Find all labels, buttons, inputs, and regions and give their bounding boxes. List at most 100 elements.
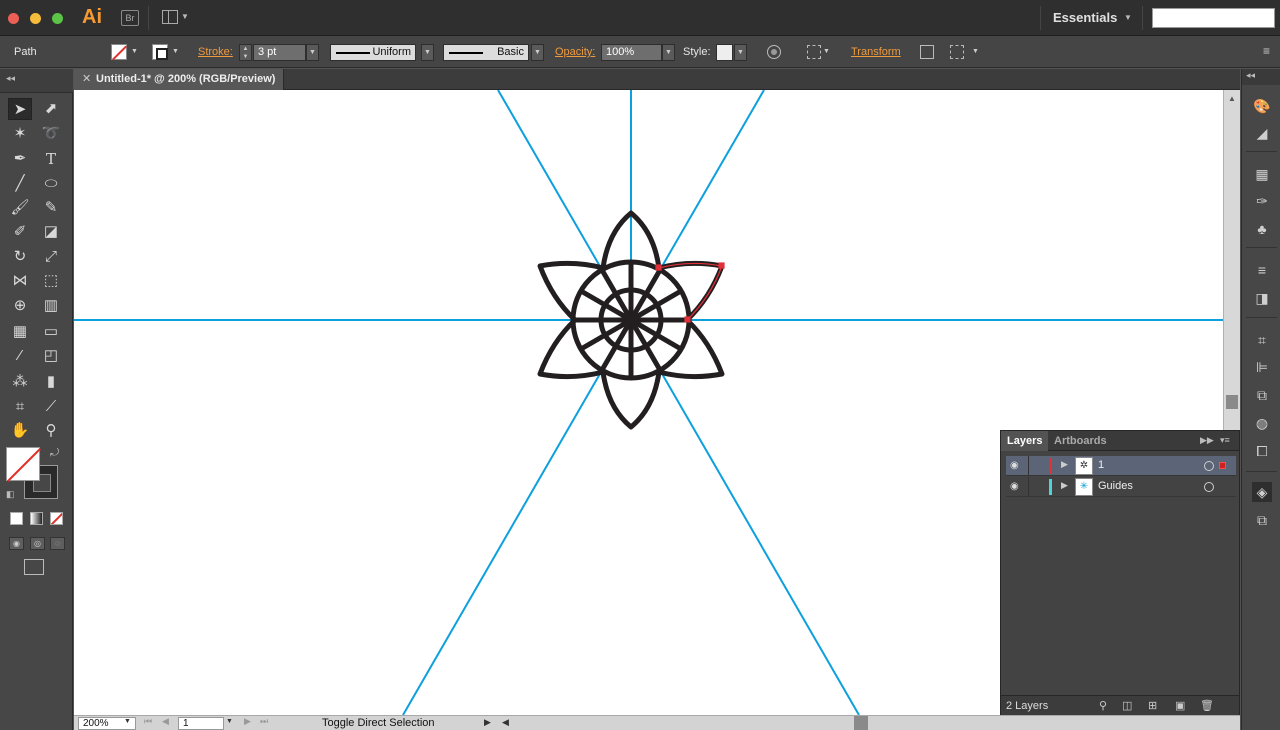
target-circle-icon[interactable] [1204,482,1214,492]
rotate-tool-icon[interactable]: ↻ [8,246,32,268]
pen-tool-icon[interactable]: ✒ [8,148,32,170]
chevron-down-icon[interactable]: ▼ [181,12,189,21]
perspective-grid-tool-icon[interactable]: ▥ [39,295,63,317]
ellipse-tool-icon[interactable]: ⬭ [39,173,63,195]
scale-tool-icon[interactable]: ⤢ [39,246,63,268]
gradient-panel-icon[interactable]: ◨ [1252,288,1272,308]
slice-tool-icon[interactable]: ⟋ [39,396,63,418]
artboard-number-field[interactable]: 1 [178,717,224,730]
swatches-panel-icon[interactable]: ▦ [1252,164,1272,184]
lock-toggle[interactable] [1028,456,1029,476]
default-fill-stroke-icon[interactable]: ◧ [6,489,15,500]
column-graph-tool-icon[interactable]: ▮ [39,371,63,393]
search-input[interactable] [1152,8,1275,28]
opacity-field[interactable]: 100% [601,44,662,61]
layer-name[interactable]: 1 [1098,459,1104,471]
color-panel-icon[interactable]: 🎨 [1252,96,1272,116]
align-panel-icon[interactable]: ⊫ [1252,357,1272,377]
scroll-left-arrow-icon[interactable]: ◀ [502,717,509,728]
last-artboard-icon[interactable]: ⏭ [260,716,268,727]
make-clipping-mask-icon[interactable]: ◫ [1122,699,1132,712]
lasso-tool-icon[interactable]: ➰ [39,123,63,145]
visibility-eye-icon[interactable]: ◉ [1010,460,1019,471]
screen-mode-icon[interactable] [24,559,44,575]
arrange-documents-icon[interactable] [162,10,178,24]
artboard-tool-icon[interactable]: ⌗ [8,396,32,418]
mesh-tool-icon[interactable]: ▦ [8,321,32,343]
chevron-down-icon[interactable]: ▼ [1124,13,1132,22]
shape-builder-tool-icon[interactable]: ⊕ [8,295,32,317]
previous-artboard-icon[interactable]: ◀ [162,716,169,727]
stroke-panel-link[interactable]: Stroke: [198,46,233,58]
chevron-down-icon[interactable]: ▼ [972,48,979,55]
isolate-object-icon[interactable] [920,45,934,59]
none-mode-icon[interactable] [50,512,63,525]
chevron-down-icon[interactable]: ▼ [172,48,179,55]
workspace-switcher[interactable]: Essentials [1053,10,1117,25]
panel-menu-icon[interactable]: ▾≡ [1220,435,1230,446]
appearance-panel-icon[interactable]: ◍ [1252,413,1272,433]
symbols-panel-icon[interactable]: ♣ [1252,219,1272,239]
layer-row-guides[interactable]: ◉ ▶ ✳ Guides [1006,477,1236,497]
transform-panel-link[interactable]: Transform [851,46,901,58]
eyedropper-tool-icon[interactable]: ⁄ [8,345,32,367]
scroll-thumb[interactable] [1226,395,1238,409]
fill-swatch[interactable] [6,447,40,481]
direct-selection-tool-icon[interactable]: ⬈ [39,98,63,120]
stroke-color-swatch[interactable] [152,44,168,60]
chevron-down-icon[interactable]: ▼ [226,718,233,725]
zoom-tool-icon[interactable]: ⚲ [39,420,63,442]
collapse-icon[interactable]: ◂◂ [6,73,15,84]
color-guide-icon[interactable]: ◢ [1252,123,1272,143]
artboards-panel-icon[interactable]: ⧉ [1252,510,1272,530]
first-artboard-icon[interactable]: ⏮ [144,716,152,727]
eraser-tool-icon[interactable]: ◪ [39,221,63,243]
next-artboard-icon[interactable]: ▶ [244,716,251,727]
layer-row-1[interactable]: ◉ ▶ ✲ 1 [1006,456,1236,476]
stroke-panel-icon[interactable]: ≡ [1252,260,1272,280]
target-circle-icon[interactable] [1204,461,1214,471]
tab-artboards[interactable]: Artboards [1048,431,1113,451]
expand-layer-arrow-icon[interactable]: ▶ [1061,480,1068,491]
pathfinder-panel-icon[interactable]: ⧉ [1252,385,1272,405]
draw-behind-icon[interactable]: ◎ [30,537,45,550]
layer-name[interactable]: Guides [1098,480,1133,492]
bridge-button[interactable]: Br [121,10,139,26]
status-menu-arrow-icon[interactable]: ▶ [484,717,491,728]
horizontal-scroll-thumb[interactable] [854,716,868,730]
brush-definition[interactable]: Basic [443,44,529,61]
close-window-button[interactable] [8,13,19,24]
selection-tool-icon[interactable]: ➤ [8,98,32,120]
tab-layers[interactable]: Layers [1001,431,1049,451]
transform-panel-icon[interactable]: ⌗ [1252,330,1272,350]
chevron-down-icon[interactable]: ▼ [124,718,131,725]
collapse-panel-icon[interactable]: ▶▶ [1200,435,1214,446]
zoom-window-button[interactable] [52,13,63,24]
blend-tool-icon[interactable]: ◰ [39,345,63,367]
lock-toggle[interactable] [1028,477,1029,497]
graphic-styles-panel-icon[interactable]: ⧠ [1252,441,1272,461]
opacity-dropdown[interactable]: ▼ [662,44,675,61]
gradient-mode-icon[interactable] [30,512,43,525]
draw-normal-icon[interactable]: ◉ [9,537,24,550]
layers-panel-icon[interactable]: ◈ [1252,482,1272,502]
graphic-style-dropdown[interactable]: ▼ [734,44,747,61]
fill-color-swatch[interactable] [111,44,127,60]
locate-object-icon[interactable]: ⚲ [1099,699,1107,712]
variable-width-dropdown[interactable]: ▼ [421,44,434,61]
chevron-down-icon[interactable]: ▼ [823,48,830,55]
align-to-icon[interactable] [807,45,821,59]
blob-brush-tool-icon[interactable]: ✐ [8,221,32,243]
minimize-window-button[interactable] [30,13,41,24]
visibility-eye-icon[interactable]: ◉ [1010,481,1019,492]
expand-panels-icon[interactable]: ◂◂ [1246,70,1255,81]
brush-dropdown[interactable]: ▼ [531,44,544,61]
delete-layer-icon[interactable]: 🗑 [1200,699,1214,712]
paintbrush-tool-icon[interactable]: 🖌 [8,197,32,219]
document-tab[interactable]: ✕ Untitled-1* @ 200% (RGB/Preview) [74,69,284,90]
magic-wand-tool-icon[interactable]: ✶ [8,123,32,145]
create-new-layer-icon[interactable]: ▣ [1175,699,1185,712]
graphic-style-swatch[interactable] [716,44,733,61]
variable-width-profile[interactable]: Uniform [330,44,416,61]
symbol-sprayer-tool-icon[interactable]: ⁂ [8,371,32,393]
